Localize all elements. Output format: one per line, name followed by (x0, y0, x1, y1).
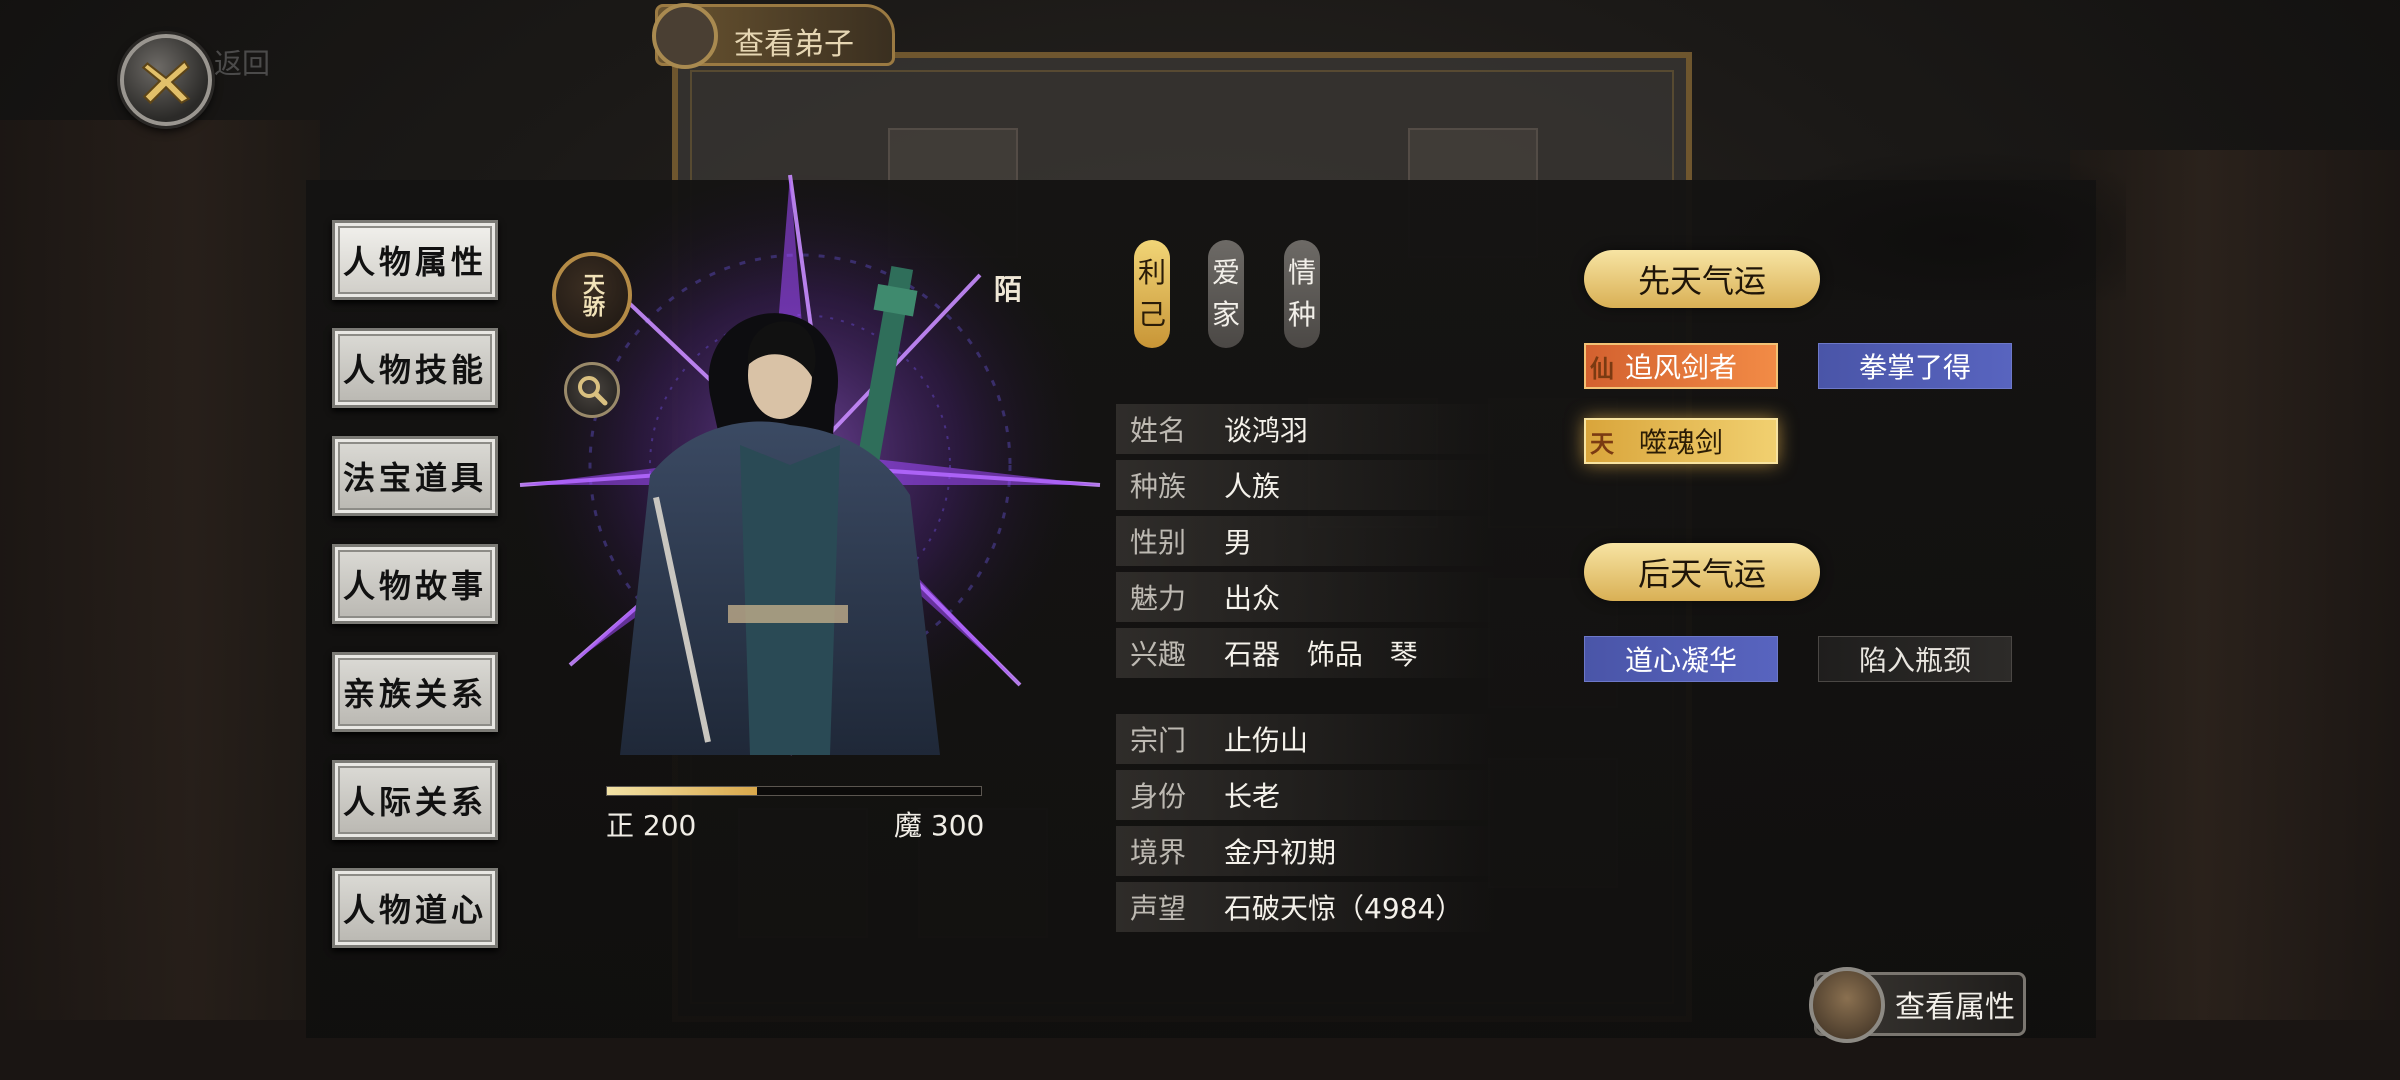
info-value: 男 (1224, 526, 1253, 559)
info-row-name: 姓名 谈鸿羽 (1116, 404, 1496, 454)
menu-treasures-items[interactable]: 法宝道具 (332, 436, 498, 516)
disciple-icon (652, 3, 718, 69)
meditating-figure-icon (1809, 967, 1885, 1043)
magnifier-icon (578, 376, 608, 406)
acquired-trait[interactable]: 道心凝华 (1584, 636, 1778, 682)
info-label: 境界 (1130, 836, 1187, 869)
menu-character-skills[interactable]: 人物技能 (332, 328, 498, 408)
info-value: 谈鸿羽 (1224, 414, 1309, 447)
trait-label: 陷入瓶颈 (1858, 644, 1971, 677)
info-label: 身份 (1130, 780, 1187, 813)
demonic-value: 魔 300 (894, 809, 985, 842)
info-row-race: 种族 人族 (1116, 460, 1496, 510)
close-icon (141, 59, 191, 105)
info-row-gender: 性别 男 (1116, 516, 1496, 566)
innate-trait[interactable]: 天 噬魂剑 (1584, 418, 1778, 464)
menu-character-story[interactable]: 人物故事 (332, 544, 498, 624)
disciple-panel-title: 查看弟子 (734, 27, 854, 62)
info-row-identity: 身份 长老 (1116, 770, 1496, 820)
righteous-value: 正 200 (606, 809, 697, 842)
info-label: 宗门 (1130, 724, 1187, 757)
background-wall-left (0, 120, 320, 1020)
info-row-charm: 魅力 出众 (1116, 572, 1496, 622)
personality-tag: 爱家 (1208, 240, 1244, 348)
acquired-luck-title: 后天气运 (1584, 543, 1820, 601)
info-value: 出众 (1224, 582, 1281, 615)
info-label: 声望 (1130, 892, 1187, 925)
info-value: 长老 (1224, 780, 1281, 813)
menu-social-relations[interactable]: 人际关系 (332, 760, 498, 840)
info-value: 石破天惊（4984） (1224, 892, 1464, 925)
info-label: 性别 (1130, 526, 1187, 559)
info-label: 姓名 (1130, 414, 1187, 447)
info-row-realm: 境界 金丹初期 (1116, 826, 1496, 876)
info-value: 人族 (1224, 470, 1281, 503)
info-label: 魅力 (1130, 582, 1187, 615)
disciple-panel-tab: 查看弟子 (652, 3, 895, 69)
close-button[interactable] (120, 34, 212, 126)
alignment-bar-fill (607, 787, 757, 795)
view-attributes-label: 查看属性 (1895, 990, 2015, 1025)
view-attributes-button[interactable]: 查看属性 (1809, 967, 2026, 1043)
side-name: 陌 (994, 273, 1023, 306)
info-value: 金丹初期 (1224, 836, 1337, 869)
trait-label: 道心凝华 (1624, 644, 1737, 677)
rank-badge: 天骄 (552, 252, 632, 338)
innate-luck-title: 先天气运 (1584, 250, 1820, 308)
info-value: 石器 饰品 琴 (1224, 638, 1418, 671)
zoom-button[interactable] (564, 362, 620, 418)
acquired-trait[interactable]: 陷入瓶颈 (1818, 636, 2012, 682)
info-row-interests: 兴趣 石器 饰品 琴 (1116, 628, 1496, 678)
menu-family-relations[interactable]: 亲族关系 (332, 652, 498, 732)
innate-trait[interactable]: 拳掌了得 (1818, 343, 2012, 389)
info-value: 止伤山 (1224, 724, 1309, 757)
innate-trait[interactable]: 仙 追风剑者 (1584, 343, 1778, 389)
personality-tag: 利己 (1134, 240, 1170, 348)
rank-badge-label: 天骄 (579, 273, 605, 317)
immortal-grade-icon: 仙 (1590, 355, 1614, 383)
heaven-grade-icon: 天 (1590, 430, 1614, 458)
info-label: 种族 (1130, 470, 1187, 503)
menu-character-attributes[interactable]: 人物属性 (332, 220, 498, 300)
alignment-bar (606, 786, 982, 796)
info-row-sect: 宗门 止伤山 (1116, 714, 1496, 764)
trait-label: 噬魂剑 (1638, 426, 1723, 459)
info-label: 兴趣 (1130, 638, 1187, 671)
close-caption: 返回 (214, 47, 271, 80)
menu-dao-heart[interactable]: 人物道心 (332, 868, 498, 948)
trait-label: 追风剑者 (1624, 351, 1737, 384)
trait-label: 拳掌了得 (1858, 351, 1971, 384)
info-row-reputation: 声望 石破天惊（4984） (1116, 882, 1496, 932)
personality-tag: 情种 (1284, 240, 1320, 348)
game-screen: 查看弟子 返回 人物属性 人物技能 法宝道具 人物故事 亲族关系 人际关系 人物… (0, 0, 2400, 1080)
